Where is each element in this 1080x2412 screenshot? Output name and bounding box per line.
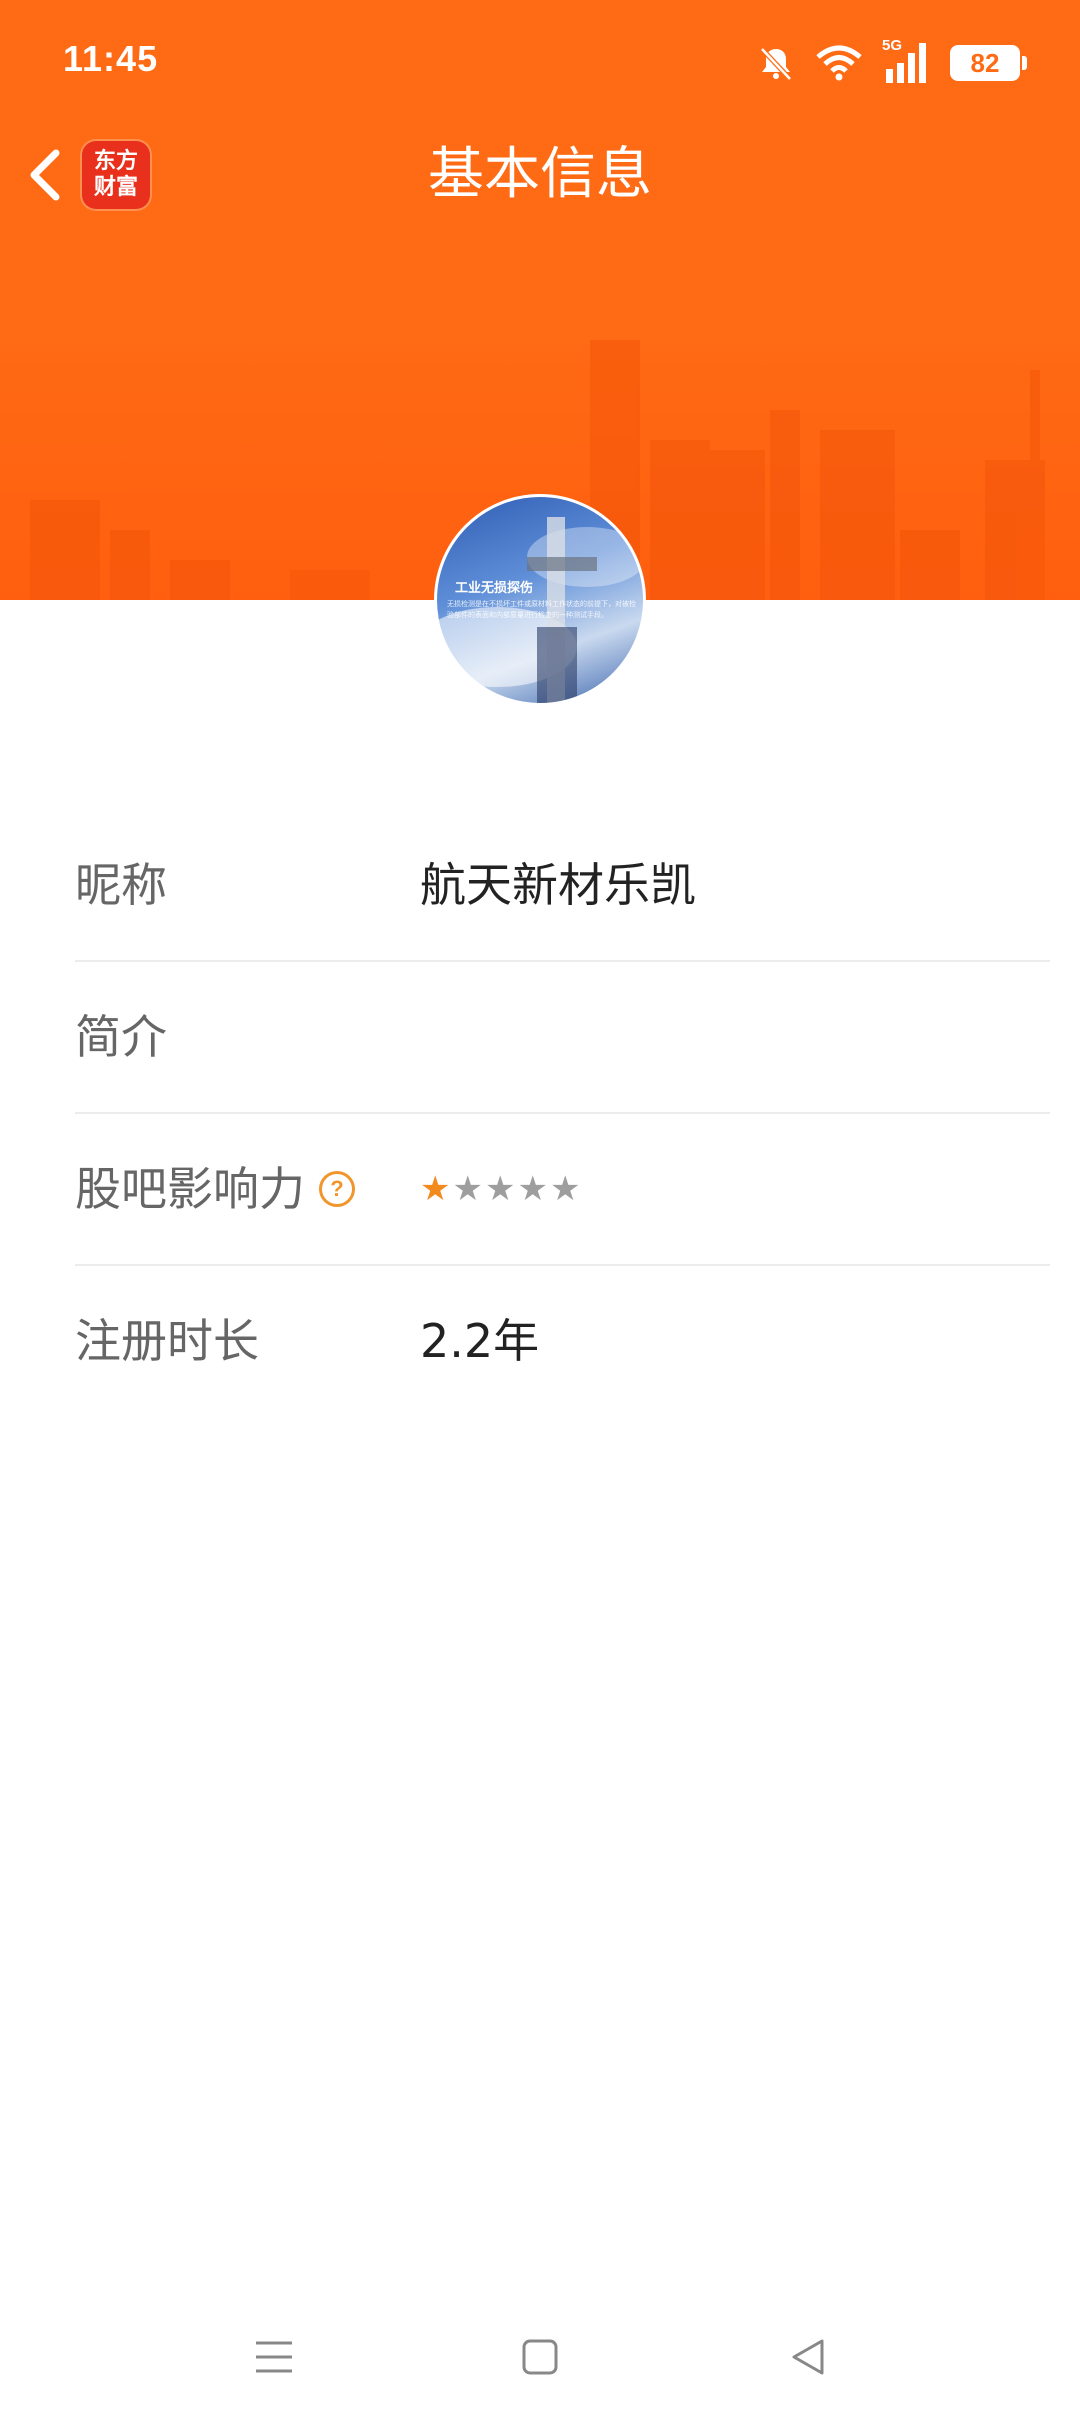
menu-icon — [256, 2341, 292, 2373]
star-icon: ★ — [549, 1169, 581, 1209]
star-icon: ★ — [452, 1169, 483, 1209]
menu-button[interactable] — [244, 2327, 304, 2387]
bell-muted-icon — [760, 47, 792, 81]
avatar[interactable]: 工业无损探伤 无损检测是在不损坏工件或原材料工作状态的前提下，对被检验部件的表面… — [434, 494, 646, 706]
back-triangle-icon — [792, 2339, 824, 2375]
status-bar: 11:45 5G 82 — [0, 0, 1080, 120]
navigation-bar: 东方 财富 基本信息 — [0, 125, 1080, 225]
nickname-value: 航天新材乐凯 — [420, 858, 696, 912]
registration-label: 注册时长 — [75, 1314, 259, 1368]
influence-rating: ★ ★ ★ ★ ★ — [420, 1114, 580, 1264]
status-time: 11:45 — [63, 38, 159, 79]
registration-row: 注册时长 2.2年 — [75, 1266, 1050, 1416]
influence-row: 股吧影响力? ★ ★ ★ ★ ★ — [75, 1114, 1050, 1266]
nickname-row: 昵称 航天新材乐凯 — [75, 810, 1050, 962]
bio-label: 简介 — [75, 1010, 167, 1064]
back-nav-button[interactable] — [778, 2327, 838, 2387]
page-title: 基本信息 — [428, 142, 652, 207]
star-icon: ★ — [484, 1169, 516, 1209]
nickname-label: 昵称 — [75, 858, 167, 912]
registration-value: 2.2年 — [420, 1314, 540, 1368]
wifi-icon — [816, 45, 862, 81]
battery-level: 82 — [970, 47, 1000, 78]
influence-label-wrap: 股吧影响力? — [75, 1114, 355, 1264]
battery-icon: 82 — [950, 45, 1027, 81]
cellular-signal-icon: 5G — [882, 37, 932, 85]
profile-info-list: 昵称 航天新材乐凯 简介 股吧影响力? ★ ★ ★ ★ ★ 注册时长 2.2年 — [75, 810, 1050, 1416]
star-icon: ★ — [420, 1169, 451, 1209]
star-icon: ★ — [517, 1169, 548, 1209]
influence-label: 股吧影响力 — [75, 1162, 305, 1216]
home-square-icon — [522, 2339, 558, 2375]
home-button[interactable] — [510, 2327, 570, 2387]
avatar-caption-body: 无损检测是在不损坏工件或原材料工作状态的前提下，对被检验部件的表面和内部质量进行… — [447, 600, 636, 619]
question-circle-icon[interactable]: ? — [319, 1170, 355, 1207]
system-navigation-bar — [0, 2292, 1080, 2412]
avatar-caption-title: 工业无损探伤 — [455, 581, 534, 596]
status-icons: 5G 82 — [756, 37, 1027, 86]
bio-row[interactable]: 简介 — [75, 962, 1050, 1114]
